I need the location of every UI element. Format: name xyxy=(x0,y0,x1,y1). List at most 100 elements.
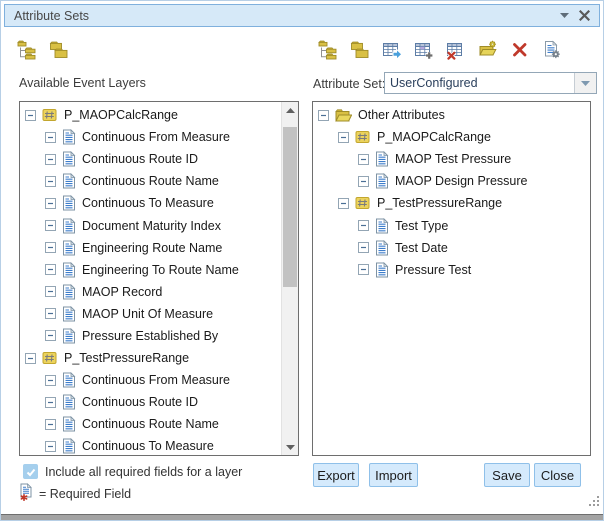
collapse-toggle-icon[interactable] xyxy=(45,375,56,386)
collapse-toggle-icon[interactable] xyxy=(358,264,369,275)
scroll-down-icon[interactable] xyxy=(282,439,298,455)
scrollbar[interactable] xyxy=(281,102,298,455)
scroll-up-icon[interactable] xyxy=(282,102,298,118)
tree-item-label: Pressure Test xyxy=(395,263,471,277)
save-button[interactable]: Save xyxy=(484,463,530,487)
tree-item[interactable]: Document Maturity Index xyxy=(20,214,281,236)
close-button[interactable]: Close xyxy=(534,463,581,487)
field-icon xyxy=(62,240,76,256)
tree-item[interactable]: Engineering To Route Name xyxy=(20,259,281,281)
collapse-toggle-icon[interactable] xyxy=(358,220,369,231)
available-layers-tree-panel: P_MAOPCalcRange Continuous From Measure … xyxy=(19,101,299,456)
tree-item-label: Continuous To Measure xyxy=(82,439,214,453)
new-attribute-set-folder-icon[interactable] xyxy=(478,40,498,60)
field-icon xyxy=(62,129,76,145)
tree-item[interactable]: Continuous From Measure xyxy=(20,126,281,148)
layer-icon xyxy=(42,350,58,366)
tree-item[interactable]: Continuous From Measure xyxy=(20,369,281,391)
tree-item[interactable]: Continuous Route ID xyxy=(20,148,281,170)
field-icon xyxy=(375,173,389,189)
required-field-icon xyxy=(18,483,35,507)
tree-item[interactable]: Continuous Route Name xyxy=(20,170,281,192)
tree-item[interactable]: P_TestPressureRange xyxy=(20,347,281,369)
collapse-toggle-icon[interactable] xyxy=(45,397,56,408)
field-icon xyxy=(62,416,76,432)
tree-item[interactable]: Pressure Established By xyxy=(20,325,281,347)
tree-item[interactable]: P_MAOPCalcRange xyxy=(20,104,281,126)
tree-item[interactable]: P_TestPressureRange xyxy=(313,192,590,214)
collapse-toggle-icon[interactable] xyxy=(45,176,56,187)
tree-item[interactable]: Test Date xyxy=(313,237,590,259)
collapse-toggle-icon[interactable] xyxy=(358,242,369,253)
collapse-toggle-icon[interactable] xyxy=(45,419,56,430)
field-icon xyxy=(62,394,76,410)
field-icon xyxy=(375,240,389,256)
attribute-set-tree: Other Attributes P_MAOPCalcRange MAOP Te… xyxy=(313,104,590,455)
tree-item[interactable]: MAOP Design Pressure xyxy=(313,170,590,192)
tree-item[interactable]: Continuous Route ID xyxy=(20,391,281,413)
include-required-fields-checkbox[interactable] xyxy=(23,464,38,479)
close-icon[interactable] xyxy=(579,10,590,21)
tree-item[interactable]: MAOP Unit Of Measure xyxy=(20,303,281,325)
resize-grip[interactable] xyxy=(587,494,600,512)
collapse-toggle-icon[interactable] xyxy=(45,220,56,231)
tree-item-label: Document Maturity Index xyxy=(82,219,221,233)
collapse-toggle-icon[interactable] xyxy=(45,198,56,209)
tree-item[interactable]: Continuous To Measure xyxy=(20,192,281,214)
tree-item[interactable]: P_MAOPCalcRange xyxy=(313,126,590,148)
expand-attribute-tree-icon[interactable] xyxy=(318,40,338,60)
collapse-toggle-icon[interactable] xyxy=(45,441,56,452)
tree-item[interactable]: MAOP Record xyxy=(20,281,281,303)
tree-item-label: Continuous To Measure xyxy=(82,196,214,210)
add-attribute-table-icon[interactable] xyxy=(414,40,434,60)
collapse-toggle-icon[interactable] xyxy=(25,353,36,364)
collapse-toggle-icon[interactable] xyxy=(358,154,369,165)
tree-item[interactable]: Continuous To Measure xyxy=(20,435,281,455)
tree-item[interactable]: Pressure Test xyxy=(313,259,590,281)
export-attribute-table-icon[interactable] xyxy=(382,40,402,60)
tree-item[interactable]: Other Attributes xyxy=(313,104,590,126)
field-icon xyxy=(62,262,76,278)
remove-attribute-table-icon[interactable] xyxy=(446,40,466,60)
tree-item-label: P_MAOPCalcRange xyxy=(64,108,178,122)
scrollbar-thumb[interactable] xyxy=(283,127,297,287)
collapse-toggle-icon[interactable] xyxy=(338,198,349,209)
tree-item[interactable]: Continuous Route Name xyxy=(20,413,281,435)
layer-icon xyxy=(42,107,58,123)
available-event-layers-label: Available Event Layers xyxy=(19,76,146,90)
import-button[interactable]: Import xyxy=(369,463,418,487)
titlebar[interactable]: Attribute Sets xyxy=(4,4,600,27)
tree-item-label: MAOP Record xyxy=(82,285,162,299)
tree-item-label: Continuous Route Name xyxy=(82,417,219,431)
attribute-set-properties-icon[interactable] xyxy=(542,40,562,60)
attribute-set-label: Attribute Set: xyxy=(313,77,385,91)
attribute-set-combobox[interactable]: UserConfigured xyxy=(384,72,597,94)
collapse-toggle-icon[interactable] xyxy=(45,154,56,165)
tree-item-label: P_MAOPCalcRange xyxy=(377,130,491,144)
collapse-toggle-icon[interactable] xyxy=(318,110,329,121)
collapse-toggle-icon[interactable] xyxy=(45,132,56,143)
collapse-toggle-icon[interactable] xyxy=(45,286,56,297)
collapse-attribute-folders-icon[interactable] xyxy=(350,40,370,60)
delete-attribute-set-icon[interactable] xyxy=(510,40,530,60)
tree-item[interactable]: Test Type xyxy=(313,214,590,236)
collapse-toggle-icon[interactable] xyxy=(338,132,349,143)
collapse-toggle-icon[interactable] xyxy=(358,176,369,187)
attribute-set-tree-panel: Other Attributes P_MAOPCalcRange MAOP Te… xyxy=(312,101,591,456)
dock-menu-icon[interactable] xyxy=(560,13,569,18)
collapse-toggle-icon[interactable] xyxy=(45,264,56,275)
collapse-toggle-icon[interactable] xyxy=(45,330,56,341)
collapse-toggle-icon[interactable] xyxy=(45,242,56,253)
collapse-toggle-icon[interactable] xyxy=(45,308,56,319)
dropdown-arrow-icon[interactable] xyxy=(574,73,596,93)
expand-event-layer-tree-icon[interactable] xyxy=(17,40,37,60)
tree-item[interactable]: MAOP Test Pressure xyxy=(313,148,590,170)
collapse-toggle-icon[interactable] xyxy=(25,110,36,121)
tree-item-label: Engineering To Route Name xyxy=(82,263,239,277)
tree-item-label: Engineering Route Name xyxy=(82,241,222,255)
tree-item-label: MAOP Unit Of Measure xyxy=(82,307,213,321)
collapse-event-layer-folders-icon[interactable] xyxy=(49,40,69,60)
tree-item[interactable]: Engineering Route Name xyxy=(20,237,281,259)
export-button[interactable]: Export xyxy=(313,463,359,487)
attribute-sets-dialog: Attribute Sets xyxy=(0,0,604,521)
